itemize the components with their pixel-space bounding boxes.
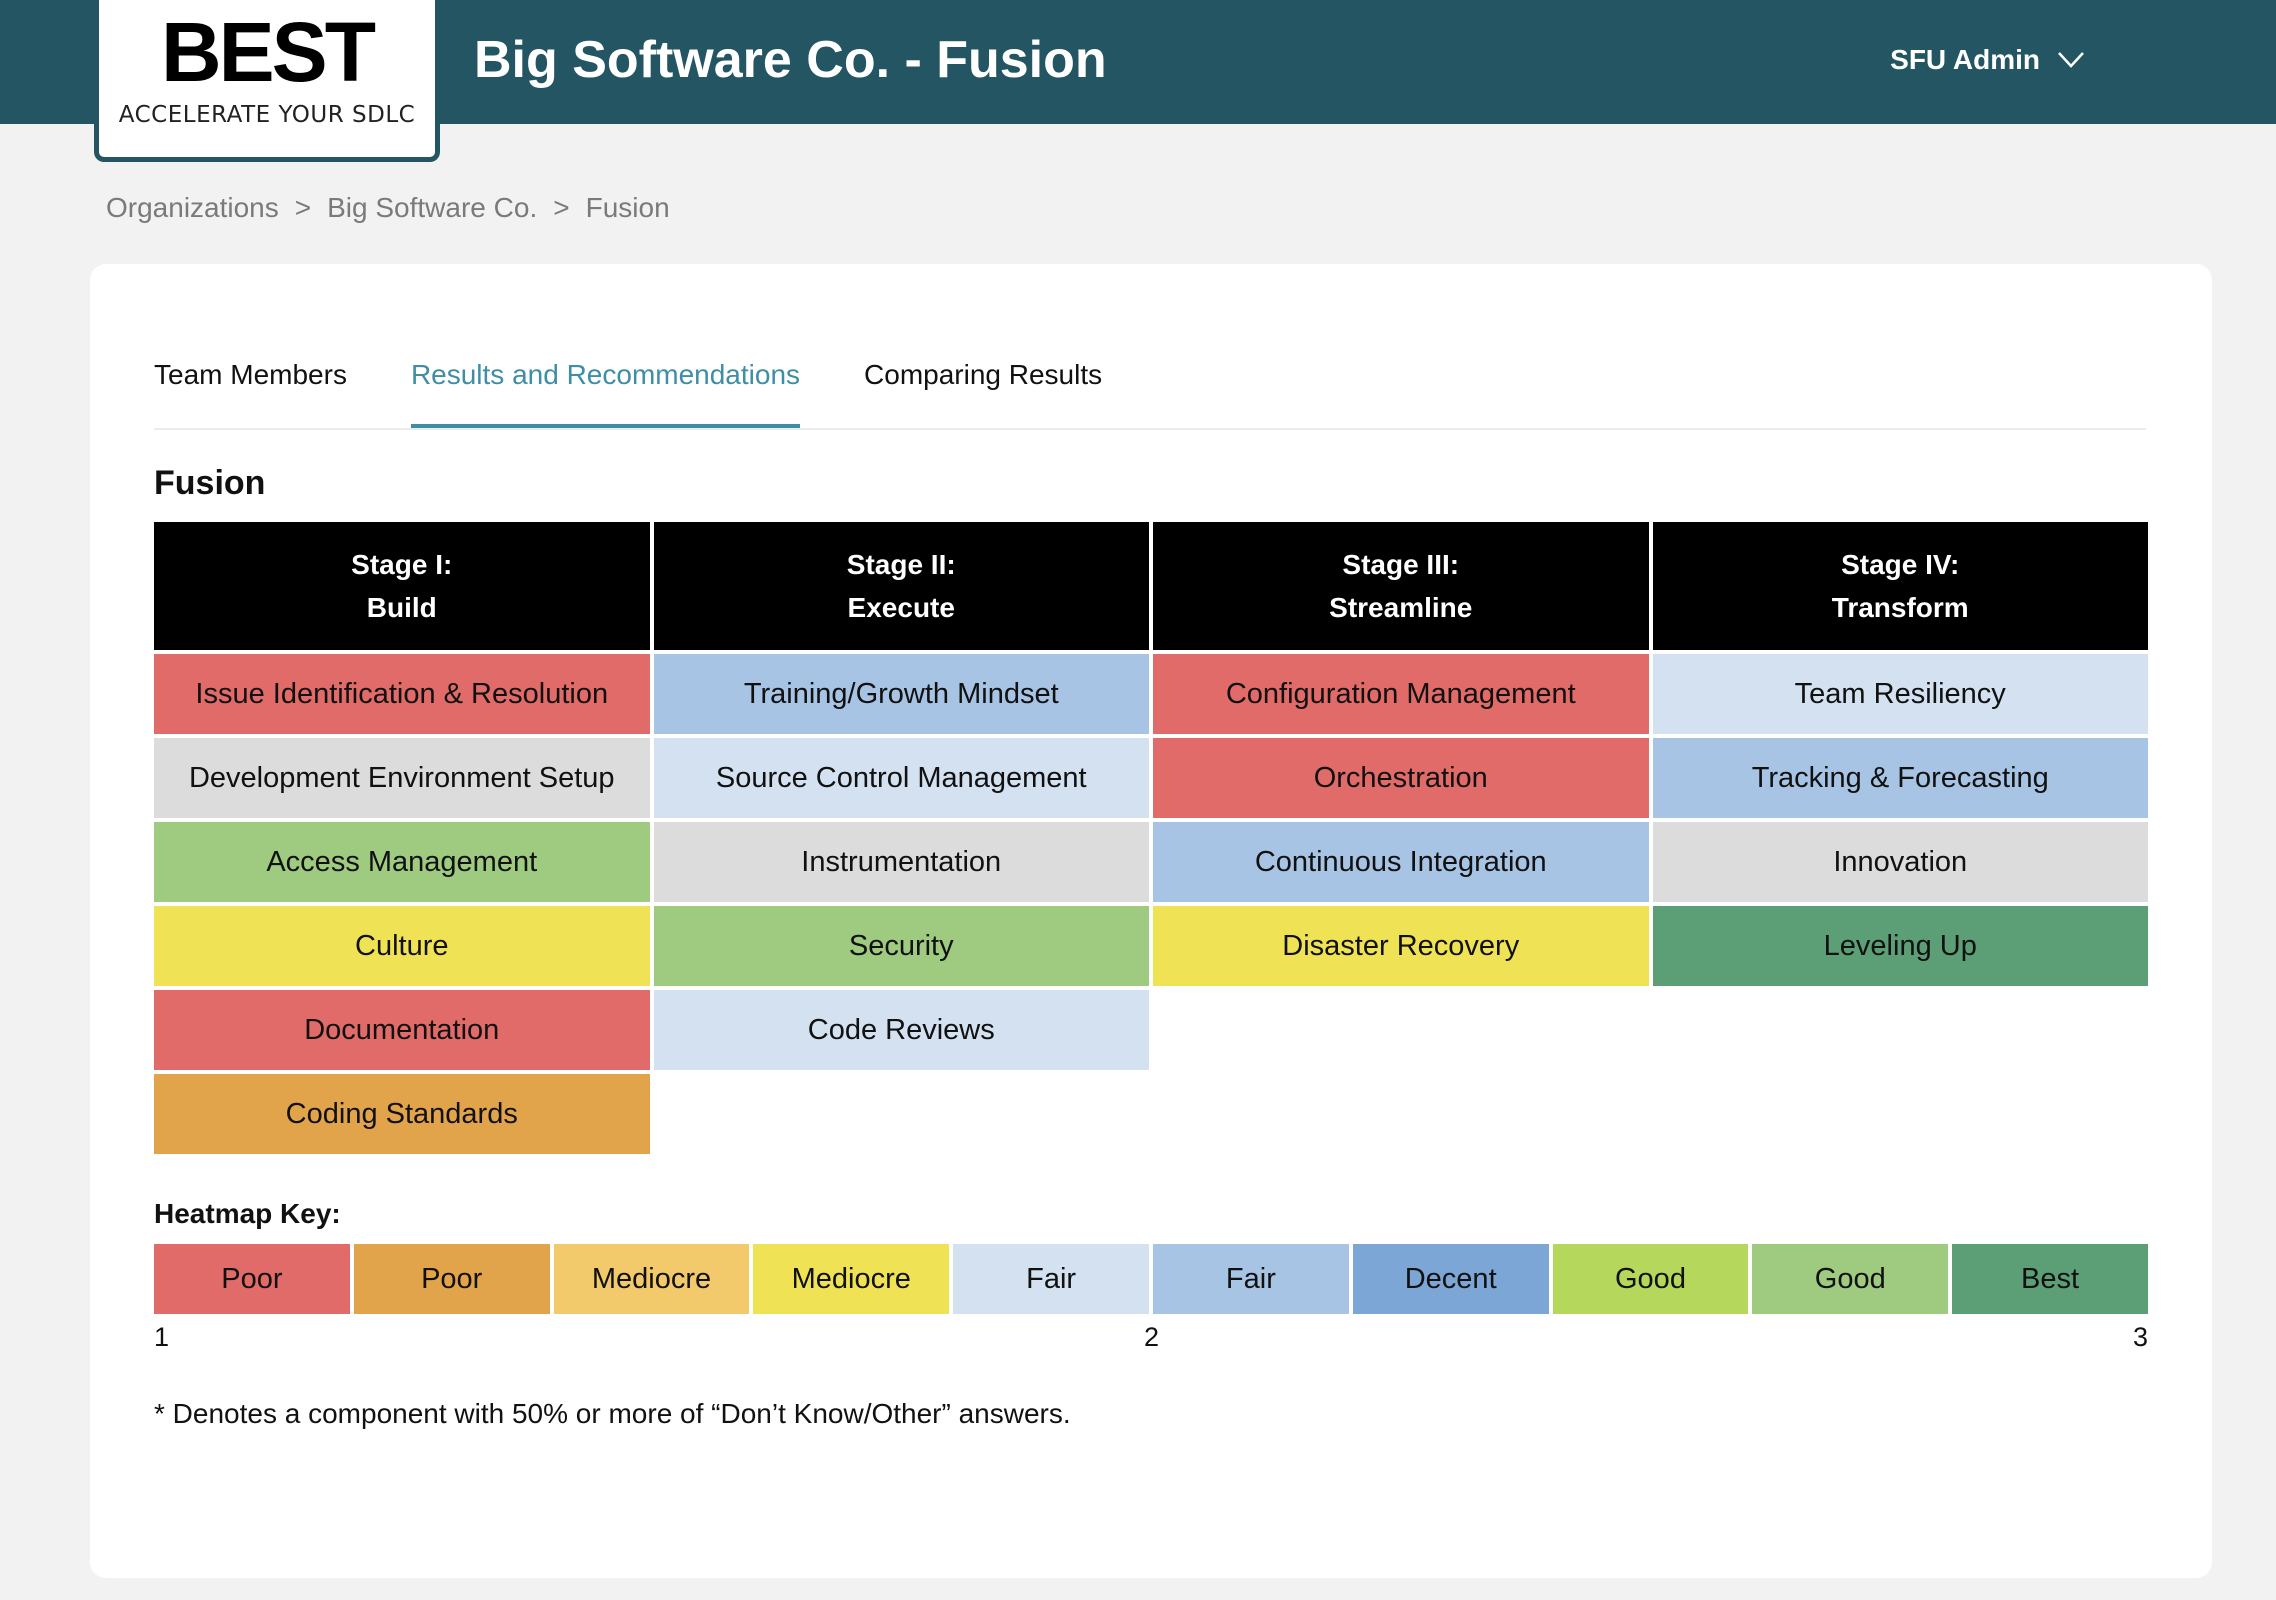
heatmap-cell[interactable]: Continuous Integration: [1153, 822, 1649, 902]
heatmap-cell[interactable]: Configuration Management: [1153, 654, 1649, 734]
user-name: SFU Admin: [1890, 44, 2040, 75]
heatmap-cell[interactable]: Leveling Up: [1652, 906, 2148, 986]
stage-number: Stage III:: [1342, 549, 1460, 580]
tab-results-and-recommendations[interactable]: Results and Recommendations: [410, 344, 801, 428]
heatmap-key-item: Mediocre: [553, 1244, 750, 1314]
user-menu[interactable]: SFU Admin: [1890, 40, 2084, 80]
stage-column: Stage III: Streamline Configuration Manage…: [1153, 522, 1649, 1154]
logo-wordmark: BEST: [160, 5, 376, 99]
stage-column: Stage I: Build Issue Identification & Reso…: [154, 522, 650, 1154]
heatmap-cell[interactable]: Security: [653, 906, 1149, 986]
heatmap-key-item: Best: [1952, 1244, 2148, 1314]
heatmap-cell[interactable]: Coding Standards: [154, 1074, 650, 1154]
stage-number: Stage II:: [846, 549, 956, 580]
heatmap-cell[interactable]: Issue Identification & Resolution: [154, 654, 650, 734]
heatmap-key: Poor Poor Mediocre Mediocre Fair Fair Decent Go…: [154, 1244, 2148, 1314]
stage-name: Build: [366, 592, 437, 623]
heatmap-cell[interactable]: Access Management: [154, 822, 650, 902]
breadcrumb-current: Fusion: [585, 192, 670, 223]
top-bar: BEST ACCELERATE YOUR SDLC Big Software C…: [0, 0, 2276, 162]
breadcrumb-separator: >: [553, 192, 570, 223]
stage-header: Stage IV: Transform: [1652, 522, 2148, 650]
stage-name: Execute: [847, 592, 955, 623]
breadcrumb-separator: >: [294, 192, 312, 223]
breadcrumb-organization[interactable]: Big Software Co.: [327, 192, 537, 224]
heatmap-cell[interactable]: Instrumentation: [653, 822, 1149, 902]
stage-header: Stage III: Streamline: [1153, 522, 1649, 650]
stage-header: Stage II: Execute: [653, 522, 1149, 650]
scale-min-label: 1: [154, 1322, 170, 1352]
breadcrumb: Organizations > Big Software Co. > Fusio…: [106, 192, 670, 224]
heatmap-cell[interactable]: Development Environment Setup: [154, 738, 650, 818]
stage-name: Transform: [1831, 592, 1969, 623]
stage-column: Stage II: Execute Training/Growth Mindset S…: [653, 522, 1149, 1154]
app-title: Big Software Co. - Fusion: [474, 31, 1107, 89]
heatmap-cell[interactable]: Documentation: [154, 990, 650, 1070]
heatmap-key-item: Decent: [1352, 1244, 1549, 1314]
heatmap-cell[interactable]: Innovation: [1652, 822, 2148, 902]
heatmap-key-item: Mediocre: [753, 1244, 950, 1314]
heatmap-cell[interactable]: Culture: [154, 906, 650, 986]
heatmap-cell[interactable]: Team Resiliency: [1652, 654, 2148, 734]
stage-number: Stage I:: [351, 549, 453, 580]
heatmap-cell[interactable]: Training/Growth Mindset: [653, 654, 1149, 734]
logo[interactable]: BEST ACCELERATE YOUR SDLC: [94, 0, 440, 162]
footnote: * Denotes a component with 50% or more o…: [154, 1398, 1071, 1429]
heatmap-key-item: Poor: [154, 1244, 350, 1314]
heatmap-key-item: Poor: [353, 1244, 550, 1314]
heatmap-key-scale: 1 2 3: [154, 1322, 2148, 1358]
chevron-down-icon: [2058, 52, 2084, 68]
heatmap-key-item: Good: [1752, 1244, 1949, 1314]
content-card: Team Members Results and Recommendations…: [90, 264, 2212, 1578]
stage-header: Stage I: Build: [154, 522, 650, 650]
stage-name: Streamline: [1329, 592, 1473, 623]
logo-tagline: ACCELERATE YOUR SDLC: [118, 102, 416, 128]
heatmap-grid: Stage I: Build Issue Identification & Reso…: [154, 522, 2148, 1154]
heatmap-cell[interactable]: Disaster Recovery: [1153, 906, 1649, 986]
tab-team-members[interactable]: Team Members: [154, 344, 347, 428]
heatmap-key-item: Fair: [953, 1244, 1149, 1314]
section-title: Fusion: [154, 464, 266, 502]
scale-max-label: 3: [2132, 1322, 2148, 1352]
heatmap-cell[interactable]: Source Control Management: [653, 738, 1149, 818]
heatmap-key-title: Heatmap Key:: [154, 1198, 341, 1229]
heatmap-key-item: Good: [1552, 1244, 1749, 1314]
stage-column: Stage IV: Transform Team Resiliency Trackin…: [1652, 522, 2148, 1154]
heatmap-cell[interactable]: Code Reviews: [653, 990, 1149, 1070]
tab-comparing-results[interactable]: Comparing Results: [864, 344, 1102, 428]
tab-bar: Team Members Results and Recommendations…: [154, 344, 2146, 430]
heatmap-key-item: Fair: [1152, 1244, 1349, 1314]
heatmap-cell[interactable]: Tracking & Forecasting: [1652, 738, 2148, 818]
breadcrumb-organizations[interactable]: Organizations: [106, 192, 279, 224]
stage-number: Stage IV:: [1841, 549, 1960, 580]
heatmap-cell[interactable]: Orchestration: [1153, 738, 1649, 818]
scale-mid-label: 2: [1144, 1322, 1160, 1352]
